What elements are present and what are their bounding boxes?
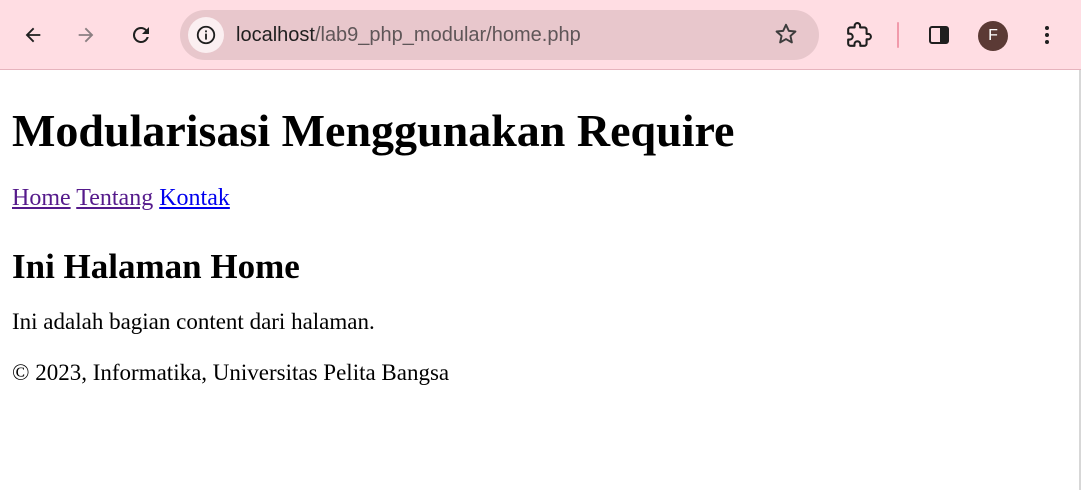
star-icon — [775, 23, 797, 44]
page-content: Modularisasi Menggunakan Require Home Te… — [12, 70, 1072, 387]
info-icon — [196, 25, 216, 45]
puzzle-icon — [847, 22, 872, 47]
url-text[interactable]: localhost/lab9_php_modular/home.php — [236, 10, 581, 60]
reload-icon — [132, 26, 149, 43]
arrow-right-icon — [78, 27, 94, 43]
profile-avatar[interactable]: F — [978, 21, 1008, 51]
reload-button[interactable] — [123, 17, 159, 53]
nav-link-tentang[interactable]: Tentang — [76, 185, 153, 211]
nav-link-home[interactable]: Home — [12, 185, 71, 211]
page-title: Modularisasi Menggunakan Require — [12, 105, 735, 156]
main-nav: Home Tentang Kontak — [12, 184, 1072, 212]
address-bar[interactable]: localhost/lab9_php_modular/home.php — [180, 10, 819, 60]
url-path: /lab9_php_modular/home.php — [314, 24, 581, 46]
menu-button[interactable] — [1029, 17, 1065, 53]
arrow-left-icon — [25, 27, 41, 43]
footer-text: © 2023, Informatika, Universitas Pelita … — [12, 360, 450, 385]
extensions-button[interactable] — [841, 17, 877, 53]
section-title: Ini Halaman Home — [12, 247, 300, 286]
browser-toolbar: localhost/lab9_php_modular/home.php F — [0, 0, 1081, 70]
back-button[interactable] — [15, 17, 51, 53]
bookmark-button[interactable] — [773, 21, 799, 52]
url-host: localhost — [236, 24, 315, 46]
side-panel-button[interactable] — [921, 17, 957, 53]
side-panel-icon — [929, 26, 949, 44]
nav-link-kontak[interactable]: Kontak — [159, 185, 230, 211]
toolbar-divider — [897, 22, 899, 48]
forward-button[interactable] — [68, 17, 104, 53]
content-paragraph: Ini adalah bagian content dari halaman. — [12, 309, 375, 334]
kebab-menu-icon — [1045, 26, 1049, 44]
site-info-button[interactable] — [188, 17, 224, 53]
